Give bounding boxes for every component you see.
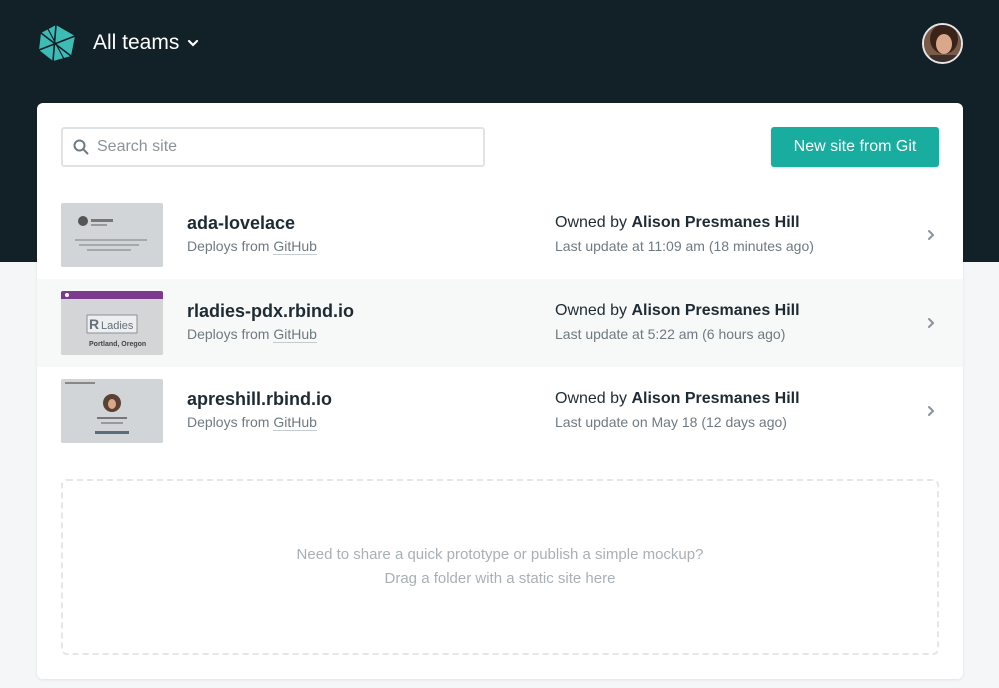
search-icon bbox=[73, 139, 89, 155]
thumb-brand-r: R bbox=[89, 316, 99, 332]
site-thumbnail bbox=[61, 379, 163, 443]
deploy-source: Deploys from GitHub bbox=[187, 326, 317, 343]
dropzone-line-1: Need to share a quick prototype or publi… bbox=[296, 546, 704, 563]
owner-name: Alison Presmanes Hill bbox=[631, 302, 800, 319]
owner-prefix: Owned by bbox=[555, 214, 632, 231]
site-name[interactable]: rladies-pdx.rbind.io bbox=[187, 301, 354, 322]
deploy-prefix: Deploys from bbox=[187, 238, 274, 254]
site-thumbnail: R Ladies Portland, Oregon bbox=[61, 291, 163, 355]
site-owner: Owned by Alison Presmanes Hill bbox=[555, 214, 800, 232]
owner-name: Alison Presmanes Hill bbox=[631, 390, 800, 407]
deploy-prefix: Deploys from bbox=[187, 414, 274, 430]
github-link[interactable]: GitHub bbox=[273, 326, 317, 343]
thumb-brand-word: Ladies bbox=[101, 320, 134, 332]
deploy-prefix: Deploys from bbox=[187, 326, 274, 342]
team-switcher[interactable]: All teams bbox=[93, 31, 199, 55]
sites-card: New site from Git ada-lovelace Deploys f… bbox=[37, 103, 963, 679]
site-name[interactable]: apreshill.rbind.io bbox=[187, 389, 332, 410]
site-row-ada-lovelace[interactable]: ada-lovelace Deploys from GitHub Owned b… bbox=[37, 191, 963, 279]
avatar-photo bbox=[924, 25, 961, 62]
deploy-source: Deploys from GitHub bbox=[187, 414, 317, 431]
site-owner: Owned by Alison Presmanes Hill bbox=[555, 302, 800, 320]
last-update: Last update at 11:09 am (18 minutes ago) bbox=[555, 238, 814, 254]
deploy-source: Deploys from GitHub bbox=[187, 238, 317, 255]
netlify-logo-icon[interactable] bbox=[36, 24, 77, 62]
owner-prefix: Owned by bbox=[555, 390, 632, 407]
owner-name: Alison Presmanes Hill bbox=[631, 214, 800, 231]
github-link[interactable]: GitHub bbox=[273, 414, 317, 431]
owner-prefix: Owned by bbox=[555, 302, 632, 319]
site-row-apreshill[interactable]: apreshill.rbind.io Deploys from GitHub O… bbox=[37, 367, 963, 455]
chevron-right-icon bbox=[928, 406, 935, 416]
new-site-from-git-button[interactable]: New site from Git bbox=[771, 127, 939, 167]
search-input[interactable] bbox=[97, 138, 477, 156]
site-owner: Owned by Alison Presmanes Hill bbox=[555, 390, 800, 408]
drag-drop-zone[interactable]: Need to share a quick prototype or publi… bbox=[61, 479, 939, 655]
github-link[interactable]: GitHub bbox=[273, 238, 317, 255]
user-avatar[interactable] bbox=[922, 23, 963, 64]
last-update: Last update on May 18 (12 days ago) bbox=[555, 414, 787, 430]
dropzone-line-2: Drag a folder with a static site here bbox=[384, 570, 616, 587]
chevron-down-icon bbox=[188, 39, 199, 47]
search-field[interactable] bbox=[61, 127, 485, 167]
chevron-right-icon bbox=[928, 318, 935, 328]
chevron-right-icon bbox=[928, 230, 935, 240]
thumb-city: Portland, Oregon bbox=[89, 341, 146, 348]
site-thumbnail bbox=[61, 203, 163, 267]
site-name[interactable]: ada-lovelace bbox=[187, 213, 295, 234]
site-row-rladies-pdx[interactable]: R Ladies Portland, Oregon rladies-pdx.rb… bbox=[37, 279, 963, 367]
team-switcher-label: All teams bbox=[93, 31, 180, 54]
last-update: Last update at 5:22 am (6 hours ago) bbox=[555, 326, 786, 342]
